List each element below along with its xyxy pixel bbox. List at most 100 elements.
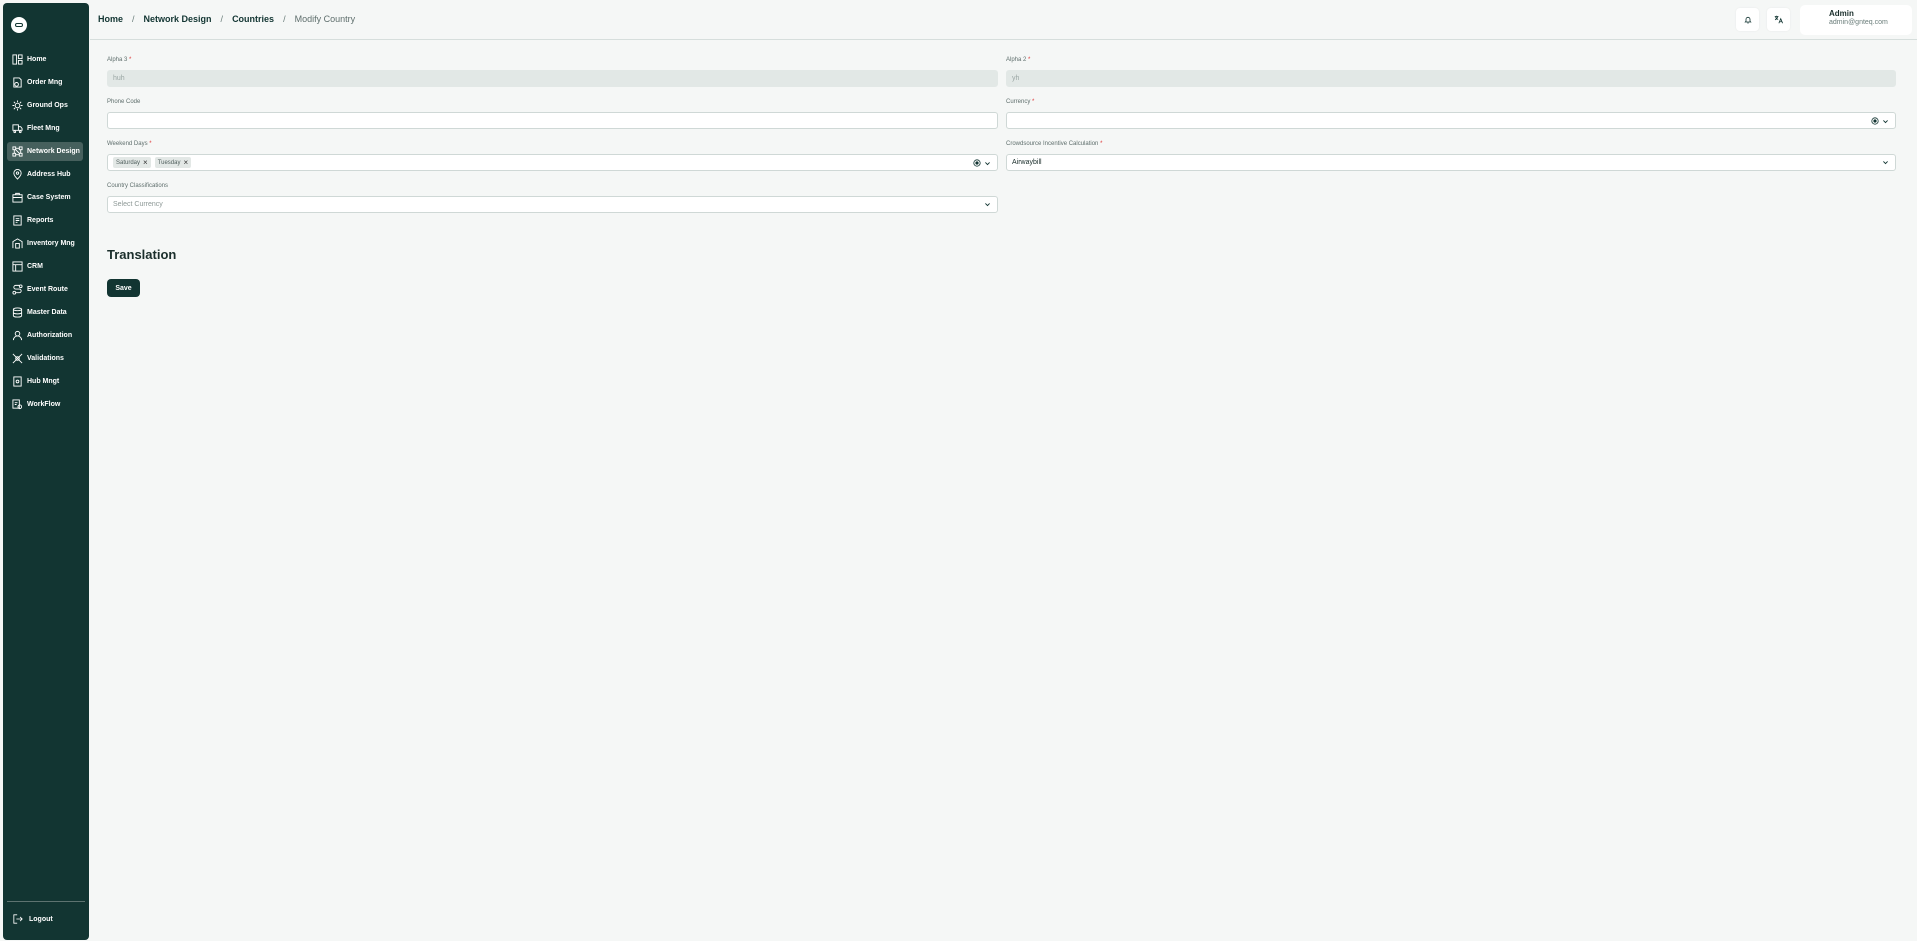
crowdsource-label: Crowdsource Incentive Calculation * [1006,141,1102,147]
country-classifications-label: Country Classifications [107,183,169,189]
validation-icon [12,353,23,364]
weekend-days-select[interactable]: Saturday × Tuesday × [107,154,998,171]
case-icon [12,192,23,203]
sidebar-item-label: Validations [27,355,64,362]
required-mark: * [1028,57,1031,63]
chevron-down-icon[interactable] [1882,159,1889,166]
crowdsource-select[interactable]: Airwaybill [1006,154,1896,171]
notifications-button[interactable] [1736,8,1759,31]
chip-tuesday: Tuesday × [154,157,192,168]
breadcrumb-home[interactable]: Home [98,14,123,24]
currency-select-icons [1871,117,1889,125]
sidebar-item-label: Address Hub [27,171,71,178]
alpha2-label: Alpha 2 * [1006,57,1030,63]
sidebar-item-master-data[interactable]: Master Data [7,303,83,322]
route-icon [12,284,23,295]
country-classifications-placeholder: Select Currency [113,201,163,208]
top-header: Home / Network Design / Countries / Modi… [90,0,1917,40]
alpha2-label-text: Alpha 2 [1006,57,1027,63]
sidebar-item-home[interactable]: Home [7,50,83,69]
required-mark: * [1100,141,1103,147]
country-classifications-icons [984,201,991,208]
sidebar-item-label: Order Mng [27,79,63,86]
sidebar-item-label: Ground Ops [27,102,68,109]
required-mark: * [129,57,132,63]
crowdsource-value: Airwaybill [1012,159,1042,166]
weekend-days-label: Weekend Days * [107,141,152,147]
sidebar-item-label: Hub Mngt [27,378,60,385]
bell-icon [1743,16,1752,23]
logout-button[interactable]: Logout [13,914,53,924]
country-classifications-select[interactable]: Select Currency [107,196,998,213]
hub-icon [13,376,22,387]
inventory-icon [12,238,23,249]
location-icon [13,169,22,180]
alpha3-label-text: Alpha 3 [107,57,128,63]
breadcrumb-separator: / [283,14,286,24]
clear-circle-icon[interactable] [973,159,981,167]
breadcrumb: Home / Network Design / Countries / Modi… [98,14,355,24]
sidebar-item-label: Fleet Mng [27,125,60,132]
chip-label: Saturday [116,159,141,166]
user-menu[interactable]: Admin admin@gnteq.com [1800,5,1912,35]
chevron-down-icon[interactable] [984,160,991,167]
sidebar-item-case-system[interactable]: Case System [7,188,83,207]
alpha2-input[interactable]: yh [1006,70,1896,87]
sidebar-item-hub-mngt[interactable]: Hub Mngt [7,372,83,391]
breadcrumb-network-design[interactable]: Network Design [144,14,212,24]
save-button[interactable]: Save [107,279,140,297]
sidebar-item-label: Network Design [27,148,80,155]
breadcrumb-current: Modify Country [294,14,356,24]
breadcrumb-separator: / [220,14,224,24]
crm-icon [12,261,23,272]
chip-remove-icon[interactable]: × [143,158,148,167]
user-email: admin@gnteq.com [1829,19,1888,26]
sidebar: Home Order Mng Ground Ops Fleet Mng Netw… [3,3,89,940]
sidebar-item-label: Master Data [27,309,67,316]
currency-select[interactable] [1006,112,1896,129]
required-mark: * [1032,99,1035,105]
user-name: Admin [1829,9,1854,18]
sidebar-item-network-design[interactable]: Network Design [7,142,83,161]
sidebar-item-reports[interactable]: Reports [7,211,83,230]
sidebar-item-ground-ops[interactable]: Ground Ops [7,96,83,115]
workflow-icon [12,399,23,410]
sidebar-item-order-mng[interactable]: Order Mng [7,73,83,92]
chip-remove-icon[interactable]: × [183,158,188,167]
sidebar-nav: Home Order Mng Ground Ops Fleet Mng Netw… [7,50,83,418]
sidebar-item-address-hub[interactable]: Address Hub [7,165,83,184]
user-icon [12,330,23,341]
alpha3-label: Alpha 3 * [107,57,131,63]
clear-circle-icon[interactable] [1871,117,1879,125]
breadcrumb-countries[interactable]: Countries [232,14,274,24]
sidebar-item-label: Reports [27,217,54,224]
sidebar-item-workflow[interactable]: WorkFlow [7,395,83,414]
sidebar-item-crm[interactable]: CRM [7,257,83,276]
logout-label: Logout [29,915,53,923]
sidebar-item-label: Inventory Mng [27,240,75,247]
sidebar-item-event-route[interactable]: Event Route [7,280,83,299]
sidebar-item-authorization[interactable]: Authorization [7,326,83,345]
phone-code-input[interactable] [107,112,998,129]
app-logo-icon[interactable] [11,17,27,33]
weekend-days-label-text: Weekend Days [107,141,148,147]
currency-label-text: Currency [1006,99,1031,105]
report-icon [13,215,22,226]
chevron-down-icon[interactable] [984,201,991,208]
logout-icon [13,914,23,924]
alpha3-input[interactable]: huh [107,70,998,87]
currency-label: Currency * [1006,99,1034,105]
ground-ops-icon [12,100,23,111]
sidebar-item-label: Event Route [27,286,68,293]
alpha3-value: huh [113,75,125,82]
sidebar-item-validations[interactable]: Validations [7,349,83,368]
language-button[interactable] [1767,8,1790,31]
chevron-down-icon[interactable] [1882,118,1889,125]
translation-section-title: Translation [107,247,177,262]
phone-code-label: Phone Code [107,99,141,105]
sidebar-item-label: Home [27,56,47,63]
sidebar-item-inventory-mng[interactable]: Inventory Mng [7,234,83,253]
truck-icon [12,124,23,134]
network-icon [12,146,23,157]
sidebar-item-fleet-mng[interactable]: Fleet Mng [7,119,83,138]
